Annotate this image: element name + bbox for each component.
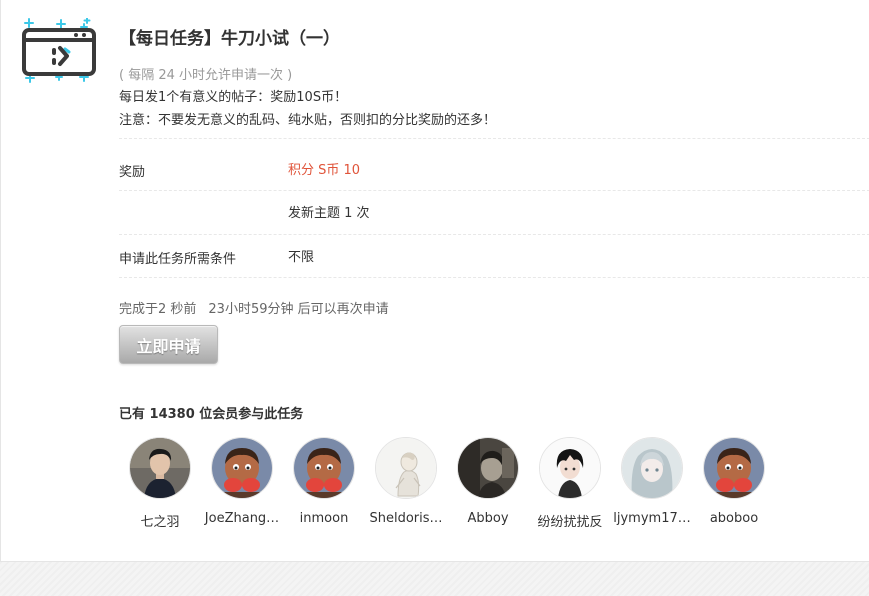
member-name[interactable]: inmoon bbox=[281, 511, 367, 526]
cartoon-boy-avatar[interactable] bbox=[211, 437, 273, 499]
member-item[interactable]: aboboo bbox=[693, 437, 775, 537]
member-name[interactable]: JoeZhang… bbox=[199, 511, 285, 526]
condition-label: 申请此任务所需条件 bbox=[119, 252, 237, 267]
cartoon-boy-avatar[interactable] bbox=[293, 437, 355, 499]
member-name[interactable]: Abboy bbox=[445, 511, 531, 526]
member-list: 七之羽 JoeZhang… inmoon Sheldoris… Abboy 纷纷… bbox=[119, 437, 869, 537]
vintage-photo-avatar[interactable] bbox=[457, 437, 519, 499]
participant-count: 已有 14380 位会员参与此任务 bbox=[119, 407, 304, 422]
sketch-figure-avatar[interactable] bbox=[375, 437, 437, 499]
member-item[interactable]: 七之羽 bbox=[119, 437, 201, 537]
member-item[interactable]: JoeZhang… bbox=[201, 437, 283, 537]
member-name[interactable]: 七之羽 bbox=[117, 511, 203, 530]
condition-value: 不限 bbox=[288, 250, 315, 265]
member-item[interactable]: inmoon bbox=[283, 437, 365, 537]
divider bbox=[119, 138, 869, 139]
member-item[interactable]: ljymym17… bbox=[611, 437, 693, 537]
task-description: 每日发1个有意义的帖子：奖励10S币！ bbox=[119, 90, 348, 105]
apply-interval-note: ( 每隔 24 小时允许申请一次 ) bbox=[119, 68, 293, 83]
member-name[interactable]: ljymym17… bbox=[609, 511, 695, 526]
task-card-icon bbox=[22, 18, 96, 83]
anime-boy-avatar[interactable] bbox=[539, 437, 601, 499]
task-card: 【每日任务】牛刀小试（一） ( 每隔 24 小时允许申请一次 ) 每日发1个有意… bbox=[0, 0, 869, 562]
reward-label: 奖励 bbox=[119, 165, 146, 180]
dark-hair-boy-avatar[interactable] bbox=[129, 437, 191, 499]
member-name[interactable]: aboboo bbox=[691, 511, 777, 526]
member-name[interactable]: Sheldoris… bbox=[363, 511, 449, 526]
member-name[interactable]: 纷纷扰扰反 bbox=[527, 511, 613, 530]
task-title: 【每日任务】牛刀小试（一） bbox=[119, 29, 340, 49]
reward-value: 积分 S币 10 bbox=[288, 163, 361, 178]
divider bbox=[119, 190, 869, 191]
retry-countdown: 23小时59分钟 后可以再次申请 bbox=[208, 302, 389, 317]
cartoon-boy-avatar[interactable] bbox=[703, 437, 765, 499]
member-item[interactable]: 纷纷扰扰反 bbox=[529, 437, 611, 537]
apply-now-button[interactable]: 立即申请 bbox=[119, 325, 218, 364]
silver-hair-girl-avatar[interactable] bbox=[621, 437, 683, 499]
task-warning: 注意：不要发无意义的乱码、纯水贴，否则扣的分比奖励的还多！ bbox=[119, 113, 497, 128]
requirement-value: 发新主题 1 次 bbox=[288, 206, 370, 221]
completion-status: 完成于2 秒前 23小时59分钟 后可以再次申请 bbox=[119, 298, 389, 317]
divider bbox=[119, 277, 869, 278]
member-item[interactable]: Sheldoris… bbox=[365, 437, 447, 537]
completed-time: 完成于2 秒前 bbox=[119, 302, 197, 317]
divider bbox=[119, 234, 869, 235]
member-item[interactable]: Abboy bbox=[447, 437, 529, 537]
page-footer-background bbox=[0, 562, 869, 596]
